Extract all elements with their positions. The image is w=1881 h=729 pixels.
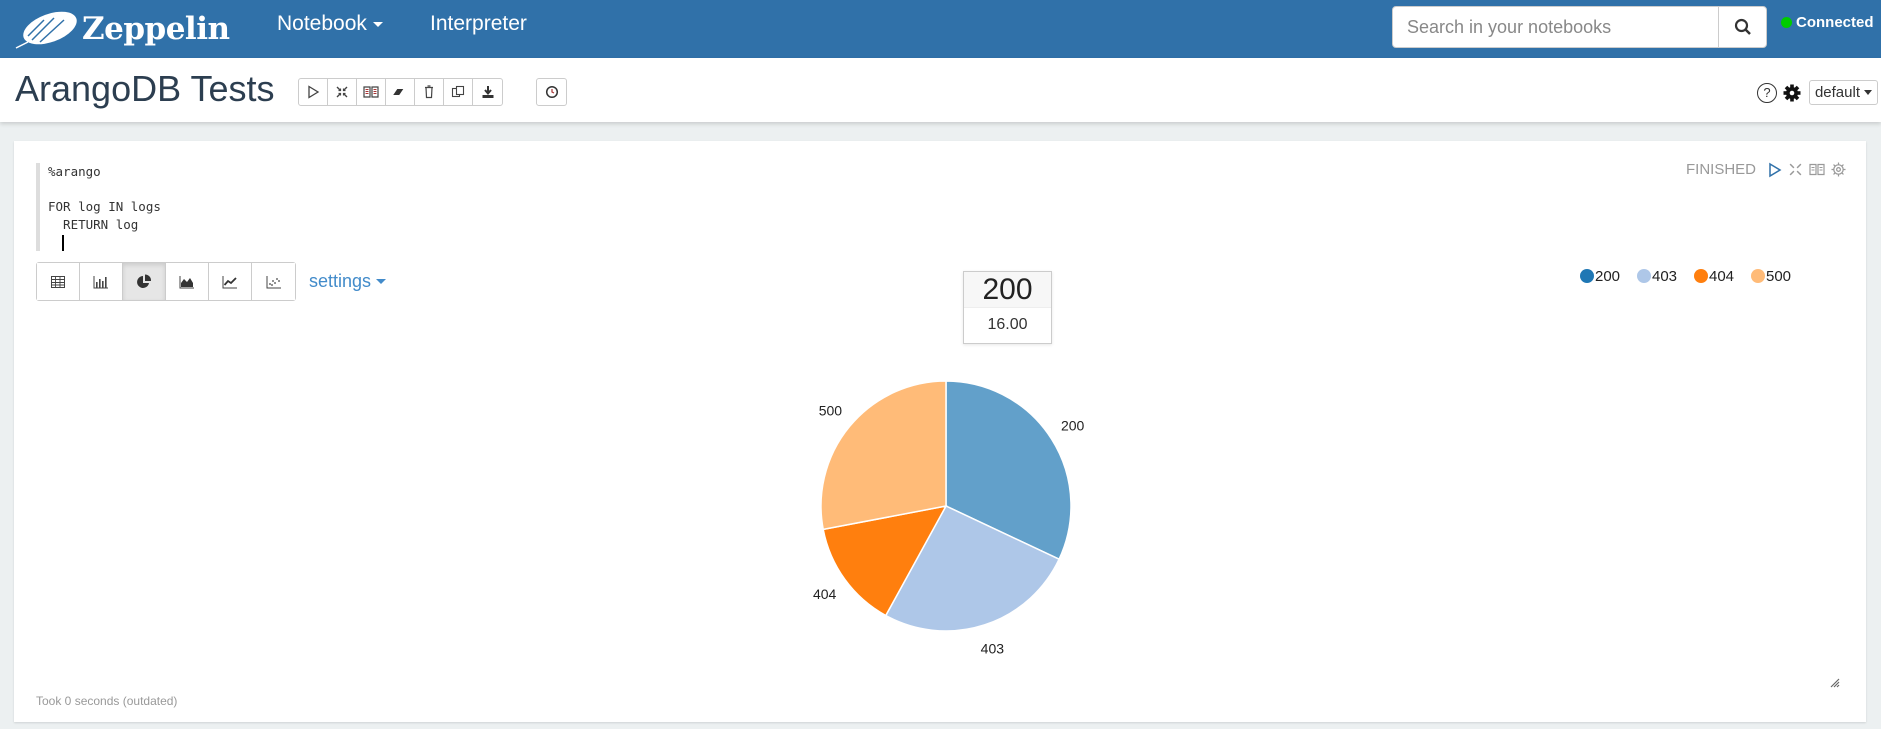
pie-chart-icon (137, 273, 152, 288)
run-all-button[interactable] (299, 79, 328, 105)
settings-label: settings (309, 271, 372, 291)
table-icon (51, 275, 65, 288)
note-header-right: ? default (1756, 80, 1878, 105)
legend-item[interactable]: 403 (1637, 268, 1677, 285)
pie-label: 500 (819, 402, 843, 418)
chevron-down-icon (1864, 90, 1872, 95)
zeppelin-airship-icon (15, 11, 77, 49)
chart-legend: 200 403 404 500 (1580, 268, 1791, 285)
top-navbar: Zeppelin Notebook Interpreter Connected (0, 0, 1881, 58)
connection-indicator-icon (1781, 17, 1792, 28)
hide-output-button[interactable] (357, 79, 386, 105)
help-icon[interactable]: ? (1756, 82, 1777, 103)
scheduler-button[interactable] (537, 79, 566, 105)
tooltip-value: 16.00 (987, 316, 1028, 333)
interpreter-binding-label: default (1814, 84, 1860, 101)
clone-icon (451, 85, 465, 98)
scheduler-group (536, 78, 567, 106)
clone-note-button[interactable] (444, 79, 473, 105)
line-chart-button[interactable] (209, 263, 252, 300)
legend-label: 403 (1652, 268, 1677, 285)
trash-icon (425, 85, 433, 99)
area-chart-icon (179, 275, 194, 288)
chevron-down-icon (376, 279, 387, 284)
text-cursor (62, 234, 64, 251)
tooltip-label: 200 (964, 272, 1051, 308)
bar-chart-icon (93, 275, 108, 288)
legend-item[interactable]: 404 (1694, 268, 1734, 285)
paragraph: 200 403 404 500 200 403 404 500 %arango … (14, 141, 1866, 722)
clock-icon (545, 85, 558, 99)
scatter-chart-icon (266, 275, 281, 288)
legend-swatch (1751, 269, 1765, 283)
note-header: ArangoDB Tests ? default (0, 58, 1881, 122)
delete-note-button[interactable] (415, 79, 444, 105)
pie-label: 404 (813, 586, 837, 602)
execution-time: Took 0 seconds (outdated) (36, 694, 178, 708)
code-line: RETURN log (48, 216, 139, 232)
gear-icon[interactable] (1783, 84, 1801, 102)
settings-icon[interactable] (1831, 162, 1846, 177)
run-all-icon (308, 85, 320, 99)
pie-label: 403 (981, 641, 1005, 657)
legend-label: 200 (1595, 268, 1620, 285)
legend-item[interactable]: 500 (1751, 268, 1791, 285)
interpreter-menu[interactable]: Interpreter (430, 12, 527, 36)
paragraph-status: FINISHED (1685, 161, 1756, 178)
download-icon (482, 86, 493, 98)
line-chart-icon (222, 275, 237, 288)
legend-swatch (1694, 269, 1708, 283)
pie-label: 200 (1061, 418, 1085, 434)
brand-name: Zeppelin (82, 11, 230, 47)
pie-slices (820, 380, 1072, 632)
visualization-toolbar (36, 262, 296, 301)
search-box (1392, 6, 1767, 48)
legend-swatch (1637, 269, 1651, 283)
code-line: %arango (48, 164, 101, 179)
notebook-menu[interactable]: Notebook (277, 12, 383, 36)
area-chart-button[interactable] (166, 263, 209, 300)
chevron-down-icon (372, 21, 383, 27)
pie-chart-button[interactable] (123, 263, 166, 300)
code-line: FOR log IN logs (48, 199, 161, 214)
legend-item[interactable]: 200 (1580, 268, 1620, 285)
note-toolbar (298, 78, 503, 106)
connection-status-label: Connected (1796, 14, 1874, 31)
legend-label: 500 (1766, 268, 1791, 285)
interpreter-binding-dropdown[interactable]: default (1808, 80, 1878, 105)
search-icon (1734, 18, 1751, 35)
clear-output-button[interactable] (386, 79, 415, 105)
legend-swatch (1580, 269, 1594, 283)
eraser-icon (393, 89, 404, 95)
hide-code-icon (336, 86, 348, 98)
search-input[interactable] (1393, 7, 1718, 47)
settings-toggle[interactable]: settings (309, 271, 387, 292)
paragraph-controls: FINISHED (1686, 161, 1846, 178)
code-editor[interactable]: %arango FOR log IN logs RETURN log (36, 163, 636, 251)
resize-handle-icon[interactable] (1830, 678, 1840, 688)
legend-label: 404 (1709, 268, 1734, 285)
run-icon[interactable] (1768, 162, 1782, 178)
bar-chart-button[interactable] (80, 263, 123, 300)
scatter-chart-button[interactable] (252, 263, 295, 300)
zeppelin-logo[interactable]: Zeppelin (14, 4, 230, 54)
note-title[interactable]: ArangoDB Tests (15, 68, 274, 110)
book-icon[interactable] (1809, 162, 1825, 177)
connection-status: Connected (1781, 14, 1874, 31)
code-line-cursor (48, 233, 636, 251)
chart-tooltip: 200 16.00 (963, 271, 1052, 344)
hide-code-icon[interactable] (1788, 162, 1803, 177)
hide-code-button[interactable] (328, 79, 357, 105)
table-view-button[interactable] (37, 263, 80, 300)
export-note-button[interactable] (473, 79, 502, 105)
search-button[interactable] (1718, 7, 1766, 47)
book-icon (363, 86, 379, 98)
notebook-menu-label: Notebook (277, 12, 367, 35)
